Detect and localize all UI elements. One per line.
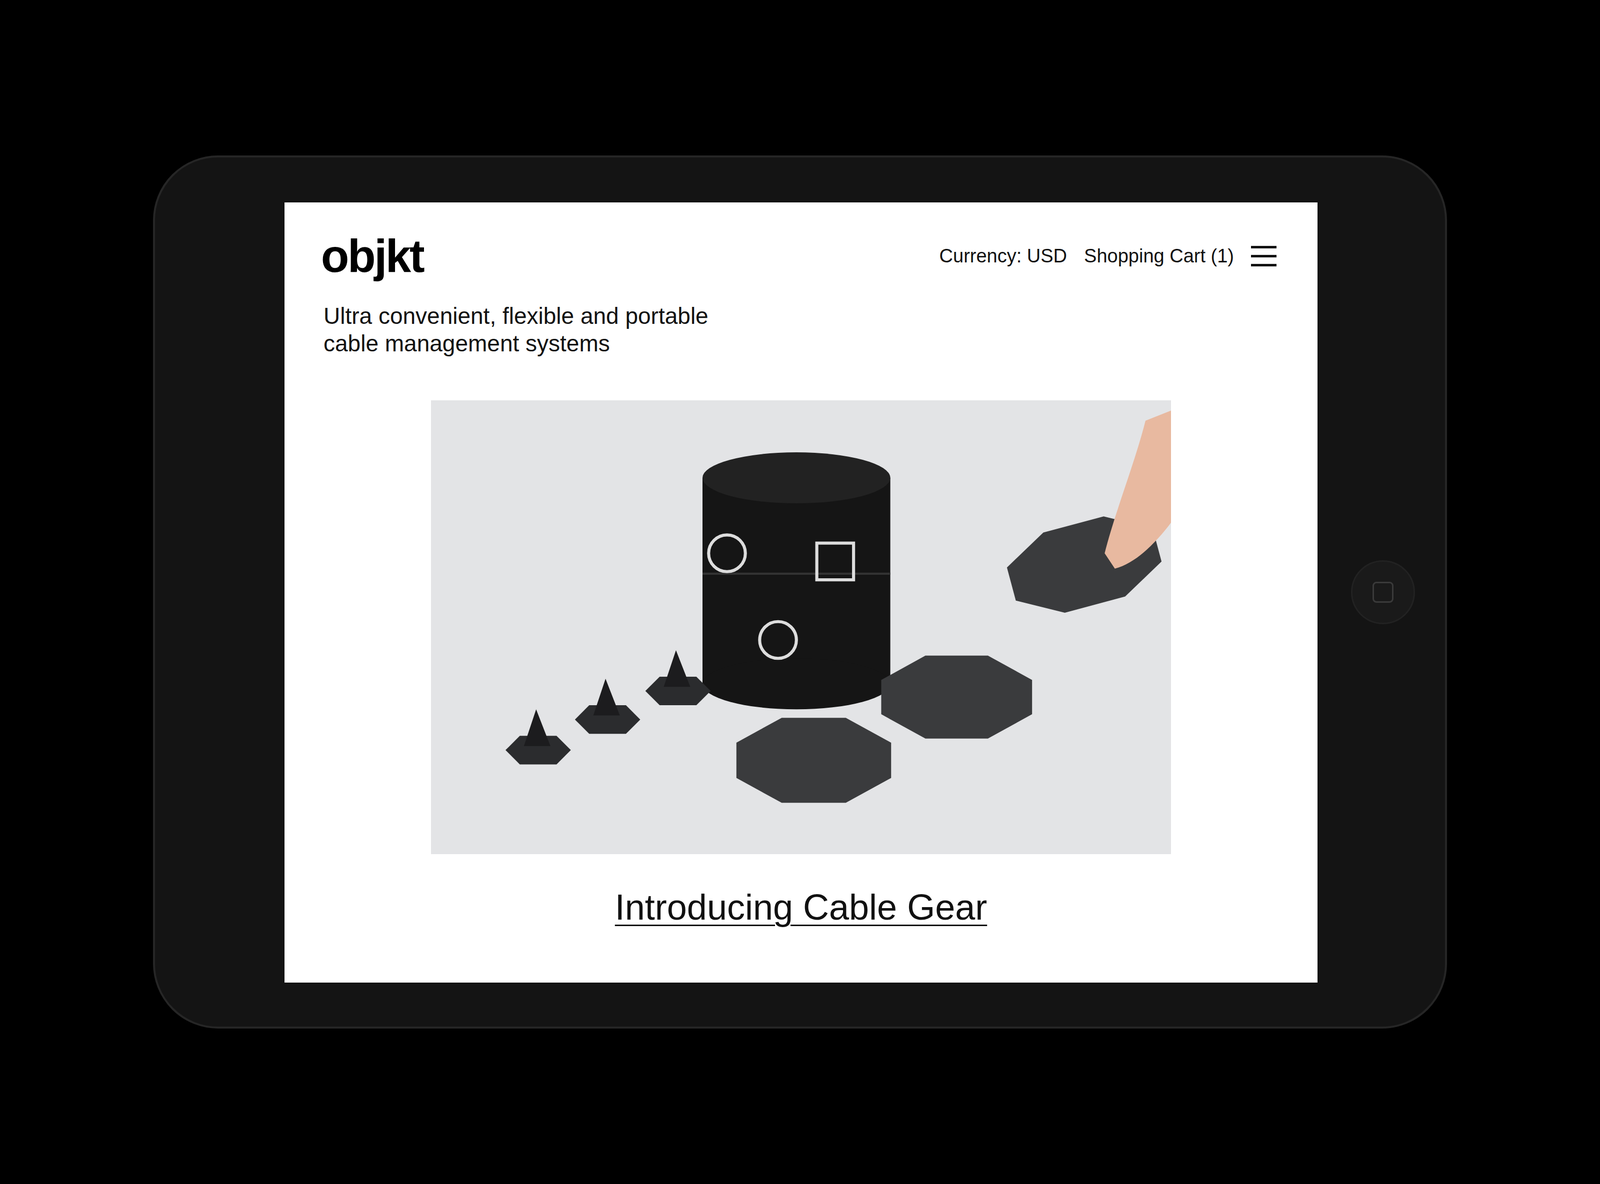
tablet-screen: objkt Currency: USD Shopping Cart (1) Ultra… xyxy=(284,202,1318,983)
tagline: Ultra convenient, flexible and portablec… xyxy=(284,302,1318,358)
home-square-icon xyxy=(1372,582,1394,603)
product-photo[interactable] xyxy=(431,400,1171,855)
tagline-line: Ultra convenient, flexible and portable xyxy=(323,302,1318,330)
shopping-cart-link[interactable]: Shopping Cart (1) xyxy=(1084,245,1234,267)
hamburger-menu-icon[interactable] xyxy=(1251,246,1277,267)
product-photo-icon xyxy=(431,400,1171,855)
page: objkt Currency: USD Shopping Cart (1) Ultra… xyxy=(0,0,1600,1184)
feature-link[interactable]: Introducing Cable Gear xyxy=(615,886,987,929)
currency-selector[interactable]: Currency: USD xyxy=(939,245,1068,267)
tablet-frame: objkt Currency: USD Shopping Cart (1) Ultra… xyxy=(153,155,1447,1029)
logo[interactable]: objkt xyxy=(321,233,424,279)
site-header: objkt Currency: USD Shopping Cart (1) xyxy=(284,202,1318,279)
tagline-line: cable management systems xyxy=(323,330,1318,358)
home-button[interactable] xyxy=(1351,560,1415,625)
header-nav: Currency: USD Shopping Cart (1) xyxy=(939,245,1277,267)
